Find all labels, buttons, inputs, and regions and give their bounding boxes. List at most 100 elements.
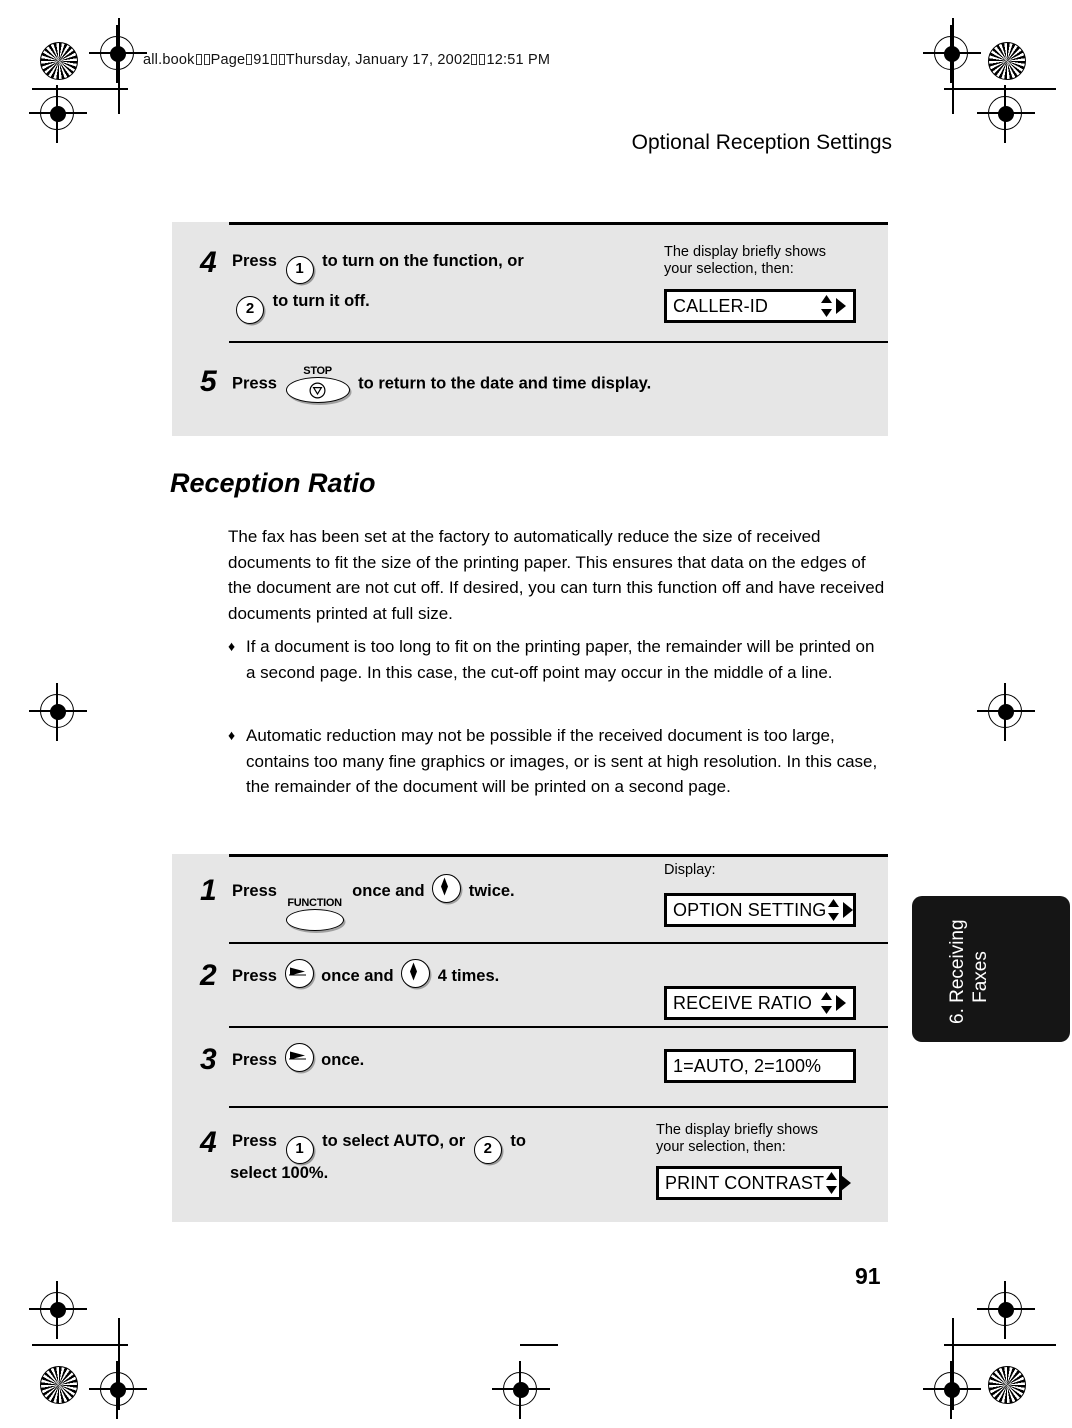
updown-arrow-button[interactable]: [401, 959, 431, 988]
registration-target-right: [977, 85, 1035, 143]
starburst-mark-bottom-left: [40, 1366, 78, 1404]
right-arrow-icon: [288, 1051, 306, 1060]
registration-target-left-mid: [29, 683, 87, 741]
registration-target-top-left: [89, 25, 147, 83]
crop-line-tl-h: [32, 88, 128, 90]
file-meta-page-num: 91: [253, 52, 270, 68]
updown-arrow-icon: [821, 992, 832, 1014]
updown-arrow-icon: [828, 899, 840, 921]
right-arrow-icon: [841, 1175, 852, 1191]
function-button-label: FUNCTION: [287, 897, 342, 909]
table-rule: [229, 341, 888, 343]
updown-arrow-icon: [821, 295, 832, 317]
lcd-arrow-icons: [824, 1171, 852, 1195]
stop-button-label: STOP: [303, 365, 332, 377]
bullet-text: If a document is too long to fit on the …: [246, 637, 875, 682]
stop-triangle-icon: [309, 381, 326, 399]
step-number: 3: [200, 1043, 217, 1076]
file-meta-text: all.book: [143, 52, 195, 68]
step-text-mid: to turn on the function, or: [322, 252, 524, 270]
display-callout: The display briefly shows your selection…: [656, 1122, 872, 1200]
bullet-item: ♦ If a document is too long to fit on th…: [228, 634, 888, 685]
right-arrow-button[interactable]: [284, 959, 314, 988]
step-instruction: Press STOP to return to the date and tim…: [232, 365, 651, 403]
starburst-mark-top-left: [40, 42, 78, 80]
right-arrow-icon: [288, 967, 306, 976]
right-arrow-button[interactable]: [284, 1043, 314, 1072]
diamond-bullet-icon: ♦: [228, 638, 236, 654]
key-2-button[interactable]: 2: [236, 296, 264, 324]
registration-target-right-bottom: [977, 1281, 1035, 1339]
step-text-mid: once and: [352, 882, 425, 900]
procedure-step-3: 3 Press once. 1=AUTO, 2=100%: [172, 1026, 888, 1106]
page-number: 91: [855, 1263, 881, 1289]
step-number: 4: [200, 1126, 217, 1159]
running-head: Optional Reception Settings: [631, 131, 892, 154]
step-text-post: 4 times.: [437, 967, 500, 985]
updown-arrow-icon: [410, 962, 418, 981]
procedure-step-5: 5 Press STOP to return to the date and t…: [172, 341, 888, 436]
lcd-text: RECEIVE RATIO: [673, 992, 812, 1013]
chapter-tab-label: 6. Receiving Faxes: [947, 919, 991, 1024]
lcd-text: 1=AUTO, 2=100%: [673, 1055, 822, 1076]
registration-target-left: [29, 85, 87, 143]
step-number: 1: [200, 874, 217, 907]
registration-target-bottom-right: [923, 1361, 981, 1419]
diamond-bullet-icon: ♦: [228, 727, 236, 743]
table-rule: [229, 942, 888, 944]
step-instruction-line2: select 100%.: [230, 1164, 329, 1182]
registration-target-right-mid: [977, 683, 1035, 741]
step-instruction-line2: 2 to turn it off.: [232, 286, 370, 324]
stop-button-pill: [285, 377, 350, 403]
display-callout: The display briefly shows your selection…: [664, 244, 876, 323]
section-title: Reception Ratio: [170, 468, 376, 498]
function-button[interactable]: FUNCTION: [285, 897, 344, 931]
lcd-display: PRINT CONTRAST: [656, 1166, 852, 1200]
updown-arrow-icon: [441, 877, 449, 896]
registration-target-left-bottom: [29, 1281, 87, 1339]
lcd-arrow-icons: [826, 898, 854, 922]
lcd-text: PRINT CONTRAST: [665, 1172, 825, 1193]
step-text-post: to: [510, 1132, 526, 1150]
lcd-text: OPTION SETTING: [673, 899, 827, 920]
procedure-step-1: 1 Press FUNCTION once and twice. OPTION …: [172, 854, 888, 942]
step-text-line2: to turn it off.: [272, 292, 370, 310]
step-text-post: once.: [321, 1051, 365, 1069]
lcd-display: 1=AUTO, 2=100%: [664, 1049, 856, 1083]
lcd-display: CALLER-ID: [664, 289, 856, 323]
step-text-press: Press: [232, 1051, 277, 1069]
registration-target-bottom-left: [89, 1361, 147, 1419]
step-instruction: Press once.: [232, 1043, 364, 1075]
right-arrow-icon: [836, 298, 846, 314]
right-arrow-icon: [836, 995, 846, 1011]
bullet-item: ♦ Automatic reduction may not be possibl…: [228, 723, 888, 800]
step-number: 4: [200, 246, 217, 279]
step-text-mid: to select AUTO, or: [322, 1132, 466, 1150]
crop-line-bl-h: [32, 1344, 128, 1346]
key-2-button[interactable]: 2: [473, 1136, 502, 1164]
right-arrow-icon: [843, 902, 854, 918]
file-meta-date: Thursday, January 17, 2002: [285, 52, 471, 68]
section-paragraph: The fax has been set at the factory to a…: [228, 527, 885, 623]
lcd-arrow-icons: [819, 294, 847, 318]
step-text-post: twice.: [468, 882, 515, 900]
step-instruction: Press 1 to turn on the function, or: [232, 246, 524, 284]
function-button-pill: [285, 909, 344, 931]
callout-caption: The display briefly shows your selection…: [656, 1122, 818, 1155]
file-meta-page-word: Page: [210, 52, 246, 68]
file-meta-header: all.book Page 91 Thursday, January 17, 2002…: [143, 52, 550, 68]
updown-arrow-button[interactable]: [432, 874, 462, 903]
key-1-button[interactable]: 1: [285, 256, 314, 284]
stop-button[interactable]: STOP: [285, 365, 350, 403]
step-text-press: Press: [232, 967, 277, 985]
step-text-press: Press: [232, 252, 277, 270]
step-instruction: Press once and 4 times.: [232, 959, 499, 991]
chapter-tab: 6. Receiving Faxes: [912, 896, 1070, 1042]
step-text-post: to return to the date and time display.: [358, 374, 652, 393]
procedure-step-4: 4 Press 1 to turn on the function, or 2 …: [172, 222, 888, 341]
starburst-mark-bottom-right: [988, 1366, 1026, 1404]
step-number: 2: [200, 959, 217, 992]
lcd-text: CALLER-ID: [673, 295, 768, 316]
starburst-mark-top-right: [988, 42, 1026, 80]
step-text-press: Press: [232, 1132, 277, 1150]
